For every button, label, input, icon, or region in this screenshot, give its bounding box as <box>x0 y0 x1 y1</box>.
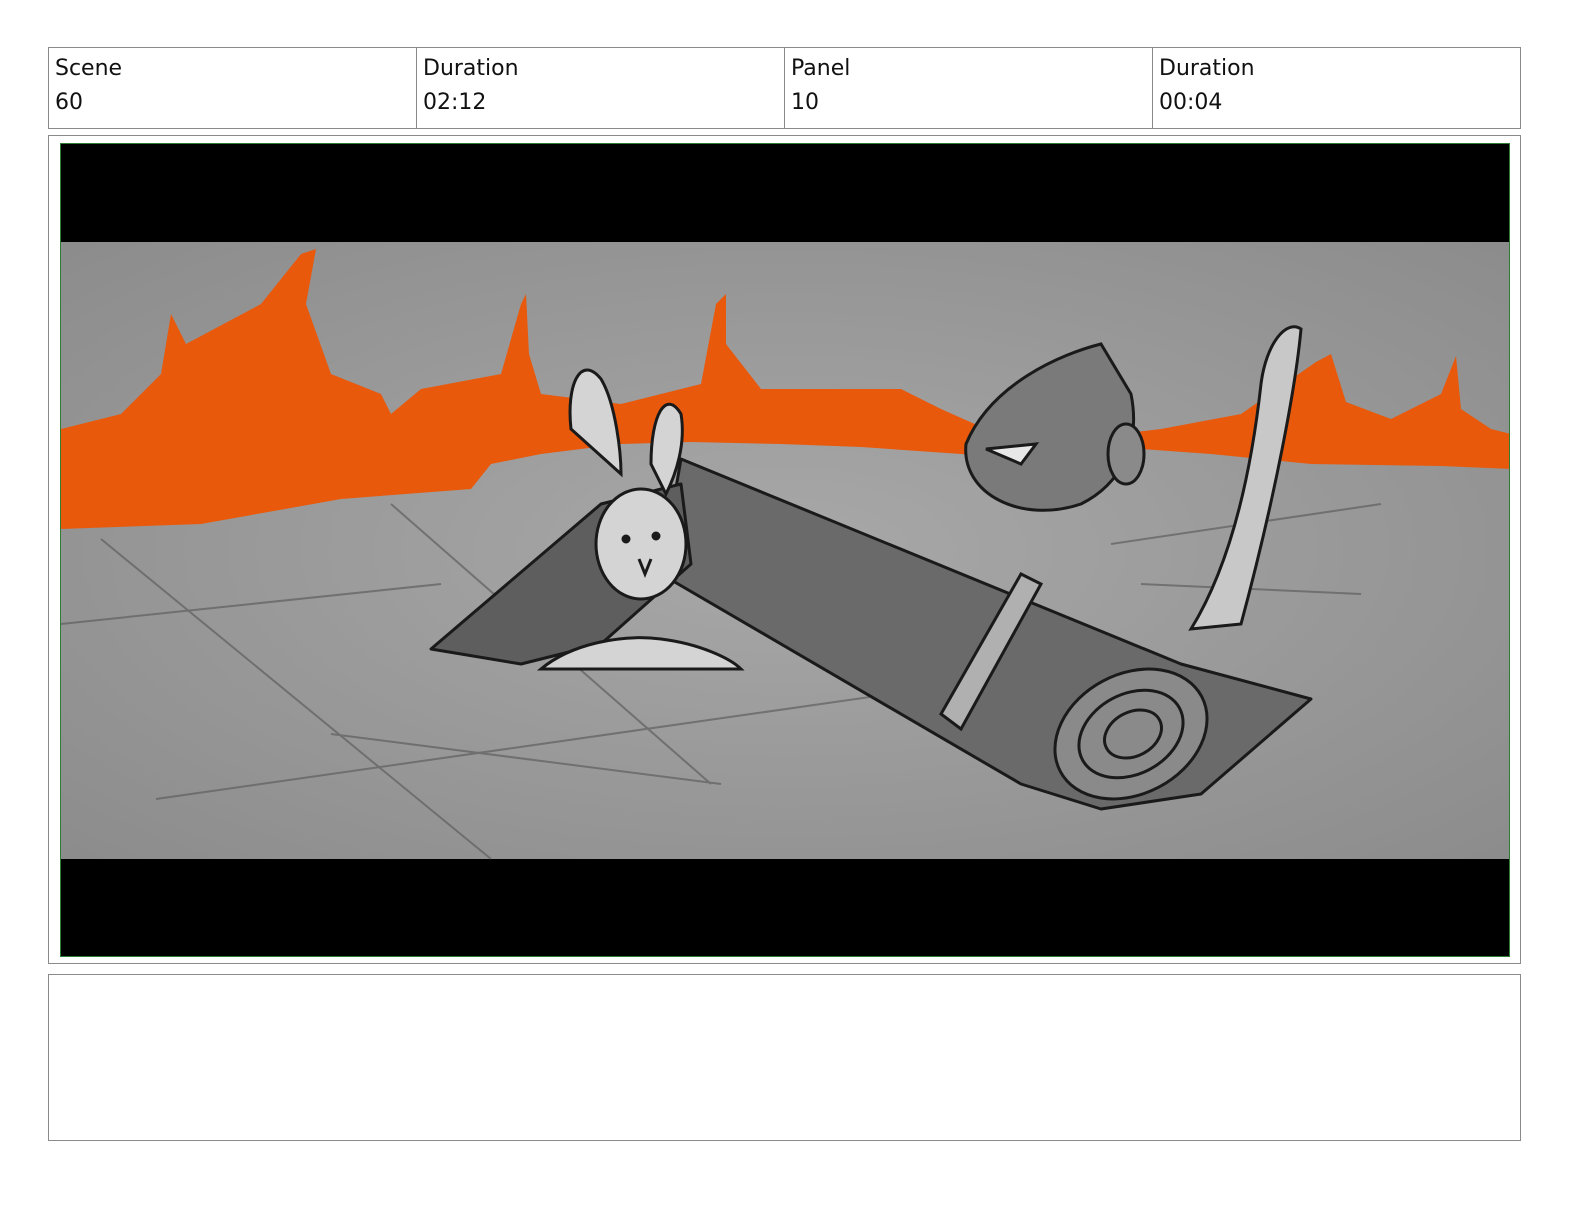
panel-duration-cell: Duration 00:04 <box>1153 48 1520 128</box>
storyboard-panel-frame <box>48 135 1521 964</box>
letterbox-bottom <box>61 859 1509 956</box>
panel-notes-box <box>48 974 1521 1141</box>
storyboard-panel-image <box>60 143 1510 957</box>
scene-duration-cell: Duration 02:12 <box>417 48 785 128</box>
scene-duration-value: 02:12 <box>423 90 487 115</box>
scene-label: Scene <box>55 56 123 81</box>
storyboard-drawing <box>61 144 1509 956</box>
scene-value: 60 <box>55 90 83 115</box>
panel-label: Panel <box>791 56 851 81</box>
panel-header-table: Scene 60 Duration 02:12 Panel 10 Duratio… <box>48 47 1521 129</box>
letterbox-top <box>61 144 1509 242</box>
panel-cell: Panel 10 <box>785 48 1153 128</box>
panel-duration-label: Duration <box>1159 56 1255 81</box>
panel-duration-value: 00:04 <box>1159 90 1223 115</box>
panel-value: 10 <box>791 90 819 115</box>
scene-cell: Scene 60 <box>49 48 417 128</box>
scene-duration-label: Duration <box>423 56 519 81</box>
